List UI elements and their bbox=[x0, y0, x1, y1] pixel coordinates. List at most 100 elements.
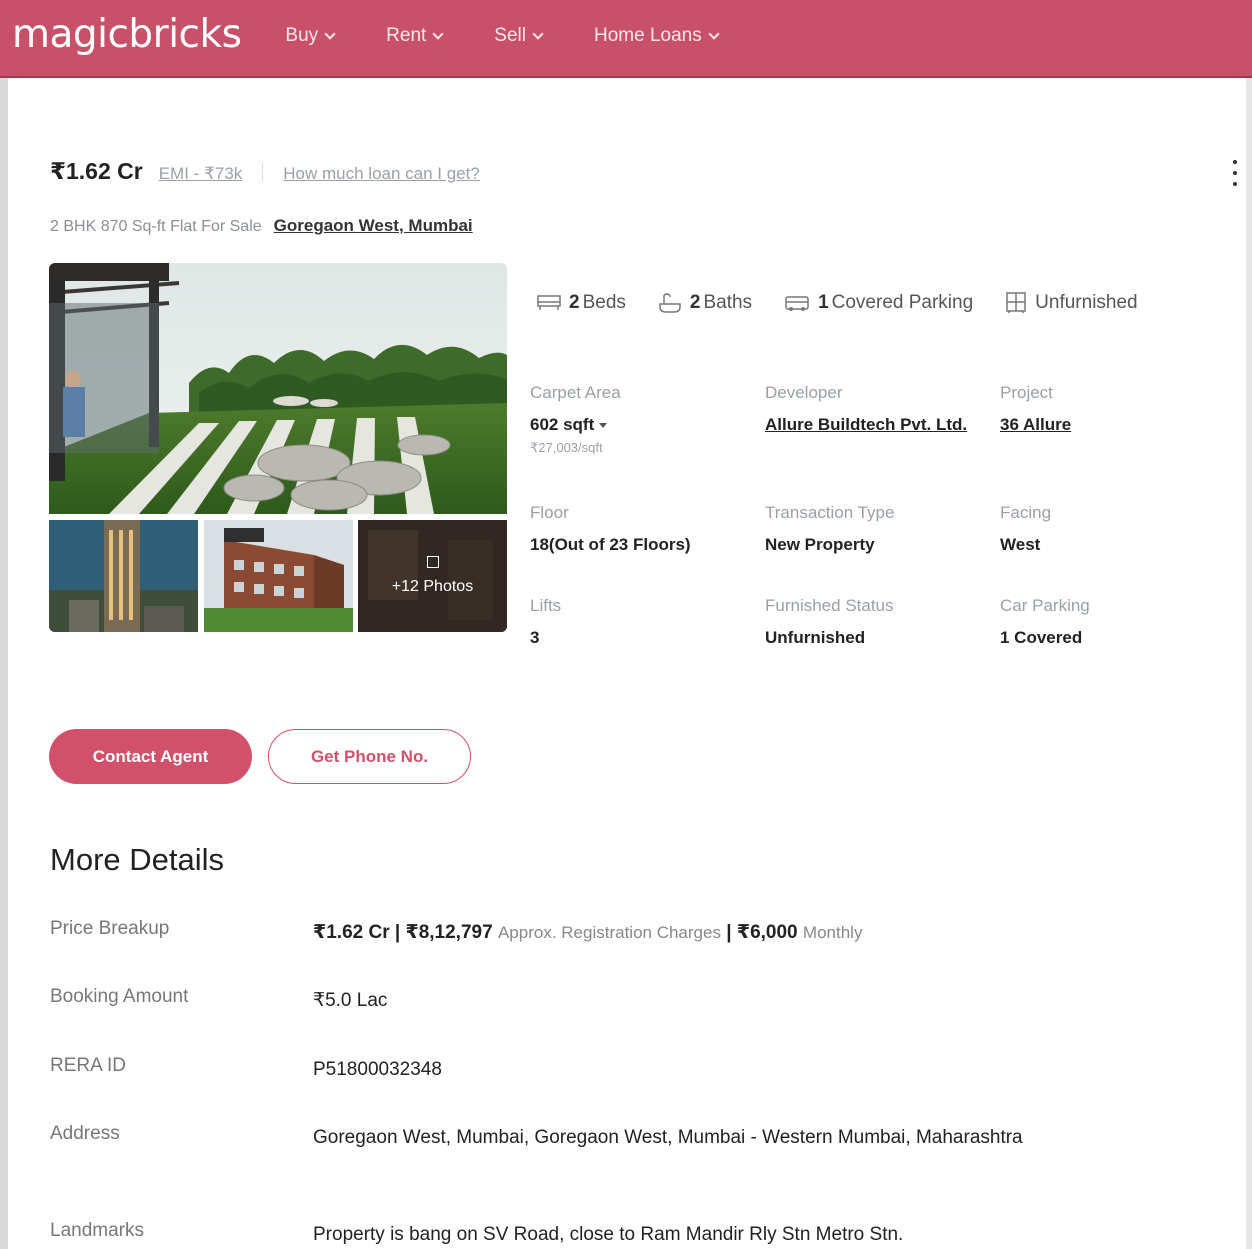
amenities-row: 2 Beds 2 Baths 1 Covered Parking Unfurnishe… bbox=[537, 292, 1170, 314]
amenity-baths: 2 Baths bbox=[658, 292, 752, 314]
furnished-value: Unfurnished bbox=[765, 628, 866, 647]
more-photos-overlay[interactable]: +12 Photos bbox=[358, 520, 507, 632]
wardrobe-icon bbox=[1006, 292, 1026, 313]
address-value: Goregaon West, Mumbai, Goregaon West, Mu… bbox=[313, 1127, 1023, 1148]
listing-type: 2 BHK 870 Sq-ft Flat For Sale bbox=[50, 218, 262, 235]
detail-address: Address Goregaon West, Mumbai, Goregaon … bbox=[50, 1123, 1113, 1152]
nav-home-loans[interactable]: Home Loans bbox=[593, 25, 720, 47]
nav-sell[interactable]: Sell bbox=[494, 25, 544, 47]
car-parking-value: 1 Covered bbox=[1000, 628, 1083, 647]
loan-eligibility-link[interactable]: How much loan can I get? bbox=[283, 164, 480, 184]
spec-label: Facing bbox=[1000, 503, 1052, 522]
spec-facing: Facing West bbox=[1000, 503, 1200, 558]
more-photos-label: +12 Photos bbox=[391, 578, 474, 595]
chevron-down-icon bbox=[432, 27, 444, 40]
detail-price-breakup: Price Breakup ₹1.62 Cr | ₹8,12,797 Appro… bbox=[50, 918, 1113, 947]
facing-value: West bbox=[1000, 535, 1041, 554]
photo-icon bbox=[426, 556, 439, 568]
thumbnail-more-photos[interactable]: +12 Photos bbox=[358, 520, 507, 632]
detail-label: Booking Amount bbox=[50, 986, 189, 1007]
monthly-note: Monthly bbox=[802, 923, 863, 942]
spec-label: Lifts bbox=[530, 596, 562, 615]
nav-buy[interactable]: Buy bbox=[285, 25, 336, 47]
beds-count: 2 bbox=[569, 292, 580, 313]
detail-booking-amount: Booking Amount ₹5.0 Lac bbox=[50, 986, 1113, 1015]
parking-label: Covered Parking bbox=[831, 292, 974, 313]
parking-count: 1 bbox=[818, 292, 829, 313]
spec-label: Carpet Area bbox=[530, 383, 621, 402]
spec-carpet-area: Carpet Area 602 sqft ₹27,003/sqft bbox=[530, 383, 740, 456]
breakup-monthly: ₹6,000 bbox=[736, 922, 798, 943]
amenity-beds: 2 Beds bbox=[537, 292, 626, 314]
more-options-icon[interactable] bbox=[1232, 160, 1238, 186]
get-phone-button[interactable]: Get Phone No. bbox=[268, 729, 471, 784]
section-title: More Details bbox=[50, 842, 224, 877]
detail-label: Address bbox=[50, 1123, 120, 1144]
listing-price: ₹1.62 Cr bbox=[50, 158, 143, 184]
amenity-parking: 1 Covered Parking bbox=[784, 292, 973, 314]
price-row: ₹1.62 Cr EMI - ₹73k How much loan can I … bbox=[50, 158, 480, 185]
chevron-down-icon bbox=[324, 27, 336, 40]
emi-link[interactable]: EMI - ₹73k bbox=[159, 164, 243, 184]
spec-label: Floor bbox=[530, 503, 569, 522]
price-per-sqft: ₹27,003/sqft bbox=[530, 440, 603, 455]
spec-furnished-status: Furnished Status Unfurnished bbox=[765, 596, 975, 651]
baths-count: 2 bbox=[689, 292, 701, 313]
magicbricks-logo[interactable]: magicbricks bbox=[12, 12, 242, 57]
caret-down-icon bbox=[599, 423, 608, 429]
project-link[interactable]: 36 Allure bbox=[1000, 411, 1200, 438]
nav-home-loans-label: Home Loans bbox=[593, 25, 702, 46]
property-terrace-image bbox=[49, 263, 507, 514]
thumbnail-building[interactable] bbox=[204, 520, 353, 632]
baths-label: Baths bbox=[703, 292, 753, 313]
breakup-price: ₹1.62 Cr | bbox=[313, 922, 401, 943]
floor-value: 18(Out of 23 Floors) bbox=[530, 535, 691, 554]
detail-label: RERA ID bbox=[50, 1055, 127, 1076]
nav-sell-label: Sell bbox=[494, 25, 526, 46]
spec-lifts: Lifts 3 bbox=[530, 596, 740, 651]
developer-link[interactable]: Allure Buildtech Pvt. Ltd. bbox=[765, 411, 975, 438]
main-nav: Buy Rent Sell Home Loans bbox=[285, 25, 769, 47]
carpet-area-text: 602 sqft bbox=[530, 415, 595, 434]
furnishing-label: Unfurnished bbox=[1035, 292, 1138, 313]
booking-value: ₹5.0 Lac bbox=[313, 990, 388, 1011]
nav-buy-label: Buy bbox=[285, 25, 319, 46]
divider bbox=[262, 162, 264, 181]
amenity-furnishing: Unfurnished bbox=[1005, 292, 1138, 314]
spec-transaction-type: Transaction Type New Property bbox=[765, 503, 975, 558]
breakup-registration: ₹8,12,797 bbox=[405, 922, 493, 943]
registration-note: Approx. Registration Charges bbox=[497, 923, 721, 942]
contact-agent-button[interactable]: Contact Agent bbox=[49, 729, 252, 784]
spec-label: Furnished Status bbox=[765, 596, 894, 615]
building-image bbox=[204, 520, 353, 632]
nav-rent-label: Rent bbox=[386, 25, 427, 46]
top-navbar: magicbricks Buy Rent Sell Home Loans bbox=[0, 0, 1252, 78]
transaction-value: New Property bbox=[765, 535, 875, 554]
spec-floor: Floor 18(Out of 23 Floors) bbox=[530, 503, 750, 558]
spec-label: Developer bbox=[765, 383, 843, 402]
detail-landmarks: Landmarks Property is bang on SV Road, c… bbox=[50, 1220, 1113, 1249]
thumbnail-tower[interactable] bbox=[49, 520, 198, 632]
listing-subtitle: 2 BHK 870 Sq-ft Flat For Sale Goregaon W… bbox=[50, 216, 473, 236]
rera-value: P51800032348 bbox=[313, 1059, 442, 1080]
main-property-photo[interactable] bbox=[49, 263, 507, 514]
tower-image bbox=[49, 520, 198, 632]
chevron-down-icon bbox=[532, 27, 544, 40]
detail-label: Landmarks bbox=[50, 1220, 144, 1241]
spec-project: Project 36 Allure bbox=[1000, 383, 1200, 438]
landmarks-value: Property is bang on SV Road, close to Ra… bbox=[313, 1224, 904, 1245]
location-link[interactable]: Goregaon West, Mumbai bbox=[274, 216, 473, 236]
spec-label: Car Parking bbox=[1000, 596, 1090, 615]
detail-rera-id: RERA ID P51800032348 bbox=[50, 1055, 1113, 1084]
nav-rent[interactable]: Rent bbox=[386, 25, 444, 47]
carpet-area-value[interactable]: 602 sqft bbox=[530, 411, 740, 438]
chevron-down-icon bbox=[708, 27, 720, 40]
bath-icon bbox=[659, 293, 681, 313]
spec-developer: Developer Allure Buildtech Pvt. Ltd. bbox=[765, 383, 975, 438]
beds-label: Beds bbox=[582, 292, 626, 313]
spec-label: Transaction Type bbox=[765, 503, 895, 522]
detail-label: Price Breakup bbox=[50, 918, 170, 939]
price-breakup-value: ₹1.62 Cr | ₹8,12,797 Approx. Registratio… bbox=[313, 918, 1113, 947]
breakup-separator: | bbox=[726, 922, 732, 943]
lifts-value: 3 bbox=[530, 628, 540, 647]
